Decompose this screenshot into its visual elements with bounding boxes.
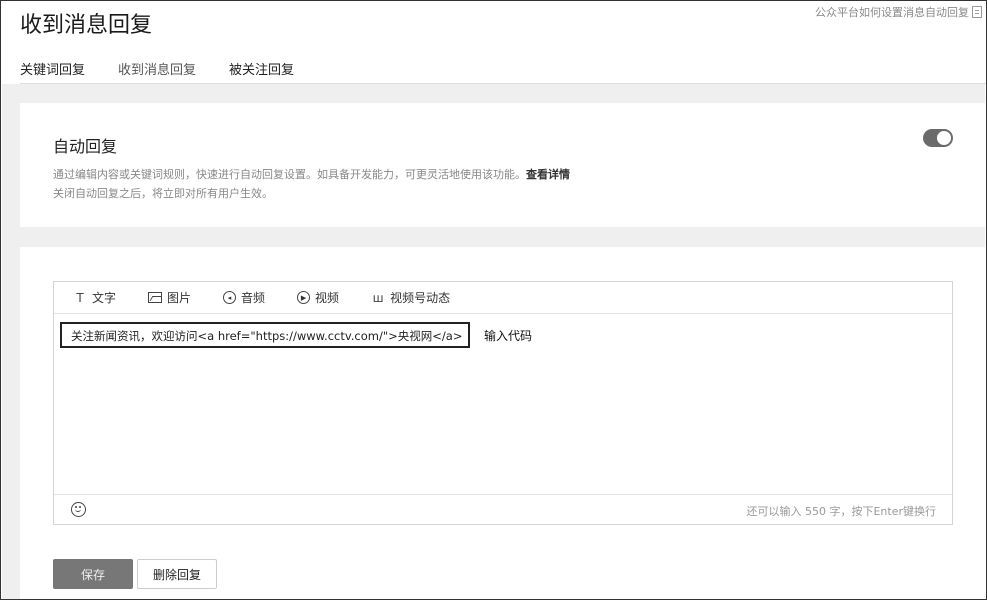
code-annotation: 输入代码	[484, 329, 533, 343]
editor-toolbar: T 文字 图片 ◂ 音频 ▶ 视频 ꟺ 视频号动态	[54, 282, 952, 314]
character-counter: 还可以输入 550 字，按下Enter键换行	[746, 505, 936, 518]
tab-keyword-reply[interactable]: 关键词回复	[20, 59, 85, 86]
video-icon: ▶	[297, 291, 311, 304]
tab-follow-reply[interactable]: 被关注回复	[229, 59, 294, 86]
image-icon	[148, 292, 163, 303]
tool-image[interactable]: 图片	[148, 289, 191, 306]
text-icon: T	[76, 290, 84, 305]
reply-content-input[interactable]: 关注新闻资讯，欢迎访问<a href="https://www.cctv.com…	[60, 322, 470, 348]
auto-reply-card: 自动回复 通过编辑内容或关键词规则，快速进行自动回复设置。如具备开发能力，可更灵…	[20, 103, 986, 227]
channels-icon: ꟺ	[372, 290, 384, 305]
tool-channels-label: 视频号动态	[390, 291, 451, 305]
tool-text[interactable]: T 文字	[73, 289, 116, 306]
help-link-label[interactable]: 公众平台如何设置消息自动回复	[815, 4, 969, 20]
tool-image-label: 图片	[167, 291, 192, 305]
document-icon	[972, 6, 982, 18]
toggle-knob	[937, 131, 951, 145]
tool-audio[interactable]: ◂ 音频	[223, 289, 265, 306]
reply-editor-card: T 文字 图片 ◂ 音频 ▶ 视频 ꟺ 视频号动态 关注新闻资讯，欢迎访问<a …	[20, 247, 986, 599]
editor-footer: 还可以输入 550 字，按下Enter键换行	[54, 494, 952, 524]
auto-reply-toggle[interactable]	[923, 129, 953, 147]
delete-reply-button[interactable]: 删除回复	[137, 559, 217, 589]
audio-icon: ◂	[223, 291, 237, 304]
view-details-link[interactable]: 查看详情	[526, 168, 570, 181]
tab-bar: 关键词回复 收到消息回复 被关注回复	[20, 59, 986, 86]
help-link[interactable]: 公众平台如何设置消息自动回复	[815, 4, 982, 20]
auto-reply-desc-line2: 关闭自动回复之后，将立即对所有用户生效。	[53, 187, 273, 200]
reply-editor: T 文字 图片 ◂ 音频 ▶ 视频 ꟺ 视频号动态 关注新闻资讯，欢迎访问<a …	[53, 281, 953, 525]
save-button[interactable]: 保存	[53, 559, 133, 589]
tool-audio-label: 音频	[241, 291, 266, 305]
tool-channels[interactable]: ꟺ 视频号动态	[371, 289, 451, 306]
page-title: 收到消息回复	[20, 13, 153, 38]
tool-text-label: 文字	[92, 291, 117, 305]
auto-reply-title: 自动回复	[53, 137, 118, 156]
auto-reply-desc-line1: 通过编辑内容或关键词规则，快速进行自动回复设置。如具备开发能力，可更灵活地使用该…	[53, 168, 526, 181]
tool-video-label: 视频	[315, 291, 340, 305]
emoji-icon[interactable]	[71, 502, 86, 517]
tool-video[interactable]: ▶ 视频	[297, 289, 339, 306]
tab-message-reply[interactable]: 收到消息回复	[118, 59, 197, 86]
auto-reply-description: 通过编辑内容或关键词规则，快速进行自动回复设置。如具备开发能力，可更灵活地使用该…	[53, 165, 570, 203]
